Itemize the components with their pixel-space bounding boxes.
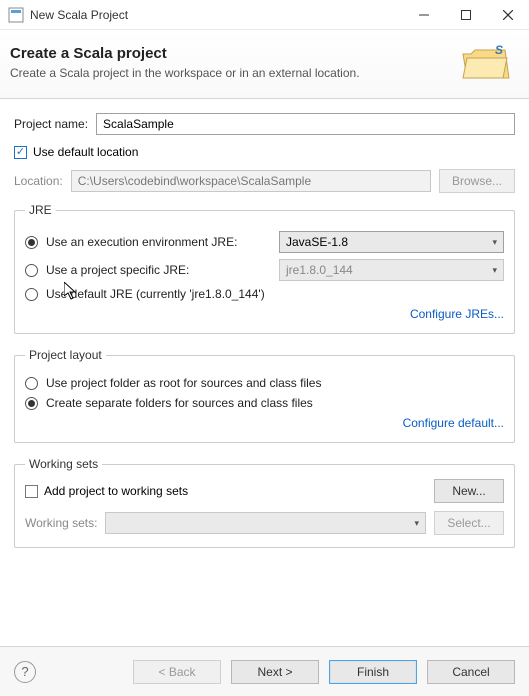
configure-default-link[interactable]: Configure default... xyxy=(403,416,504,430)
radio-project-specific-label: Use a project specific JRE: xyxy=(46,263,279,277)
configure-jres-link[interactable]: Configure JREs... xyxy=(410,307,504,321)
jre-legend: JRE xyxy=(25,203,56,217)
radio-default-jre-label: Use default JRE (currently 'jre1.8.0_144… xyxy=(46,287,504,301)
location-input xyxy=(71,170,431,192)
radio-project-specific[interactable] xyxy=(25,264,38,277)
maximize-button[interactable] xyxy=(445,0,487,30)
project-layout-legend: Project layout xyxy=(25,348,106,362)
cancel-button[interactable]: Cancel xyxy=(427,660,515,684)
minimize-button[interactable] xyxy=(403,0,445,30)
project-name-label: Project name: xyxy=(14,117,88,131)
next-button[interactable]: Next > xyxy=(231,660,319,684)
working-sets-legend: Working sets xyxy=(25,457,102,471)
chevron-down-icon: ▾ xyxy=(492,237,497,248)
working-sets-label: Working sets: xyxy=(25,516,97,530)
app-icon xyxy=(8,7,24,23)
location-label: Location: xyxy=(14,174,63,188)
radio-default-jre[interactable] xyxy=(25,288,38,301)
wizard-header: Create a Scala project Create a Scala pr… xyxy=(0,30,529,99)
radio-exec-env-label: Use an execution environment JRE: xyxy=(46,235,279,249)
window-title: New Scala Project xyxy=(30,8,403,22)
wizard-subheading: Create a Scala project in the workspace … xyxy=(10,66,461,80)
close-button[interactable] xyxy=(487,0,529,30)
titlebar: New Scala Project xyxy=(0,0,529,30)
radio-exec-env[interactable] xyxy=(25,236,38,249)
use-default-location-label: Use default location xyxy=(33,145,138,159)
working-sets-select: ▾ xyxy=(105,512,426,534)
wizard-heading: Create a Scala project xyxy=(10,45,461,62)
add-to-working-sets-checkbox[interactable]: Add project to working sets xyxy=(25,484,434,498)
radio-root-folder[interactable] xyxy=(25,377,38,390)
use-default-location-checkbox[interactable]: ✓ Use default location xyxy=(14,145,515,159)
check-icon: ✓ xyxy=(16,147,25,158)
project-name-input[interactable] xyxy=(96,113,515,135)
wizard-footer: ? < Back Next > Finish Cancel xyxy=(0,646,529,696)
radio-separate-folders-label: Create separate folders for sources and … xyxy=(46,396,504,410)
chevron-down-icon: ▾ xyxy=(492,265,497,276)
select-working-sets-button: Select... xyxy=(434,511,504,535)
jre-group: JRE Use an execution environment JRE: Ja… xyxy=(14,203,515,334)
browse-button: Browse... xyxy=(439,169,515,193)
new-working-set-button[interactable]: New... xyxy=(434,479,504,503)
back-button: < Back xyxy=(133,660,221,684)
radio-root-folder-label: Use project folder as root for sources a… xyxy=(46,376,504,390)
add-to-working-sets-label: Add project to working sets xyxy=(44,484,188,498)
svg-text:S: S xyxy=(495,43,503,57)
folder-scala-icon: S xyxy=(461,40,511,84)
help-button[interactable]: ? xyxy=(14,661,36,683)
working-sets-group: Working sets Add project to working sets… xyxy=(14,457,515,548)
finish-button[interactable]: Finish xyxy=(329,660,417,684)
chevron-down-icon: ▾ xyxy=(414,518,419,529)
exec-env-select[interactable]: JavaSE-1.8 ▾ xyxy=(279,231,504,253)
project-layout-group: Project layout Use project folder as roo… xyxy=(14,348,515,443)
project-specific-select: jre1.8.0_144 ▾ xyxy=(279,259,504,281)
radio-separate-folders[interactable] xyxy=(25,397,38,410)
